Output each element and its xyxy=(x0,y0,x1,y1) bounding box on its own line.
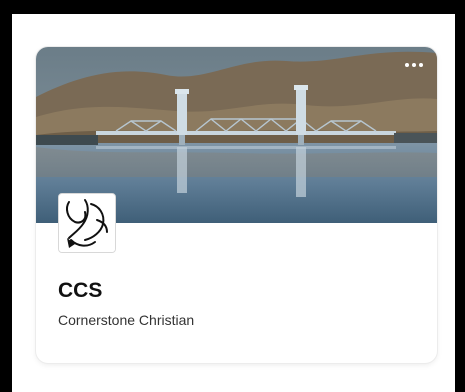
more-options-button[interactable] xyxy=(401,57,427,73)
group-subtitle: Cornerstone Christian xyxy=(58,312,195,328)
more-horizontal-icon xyxy=(405,63,409,67)
group-title[interactable]: CCS xyxy=(58,279,102,303)
group-avatar[interactable] xyxy=(58,193,116,253)
page: CCS Cornerstone Christian xyxy=(12,14,455,392)
group-card[interactable]: CCS Cornerstone Christian xyxy=(36,47,437,363)
dove-logo-icon xyxy=(59,194,115,252)
